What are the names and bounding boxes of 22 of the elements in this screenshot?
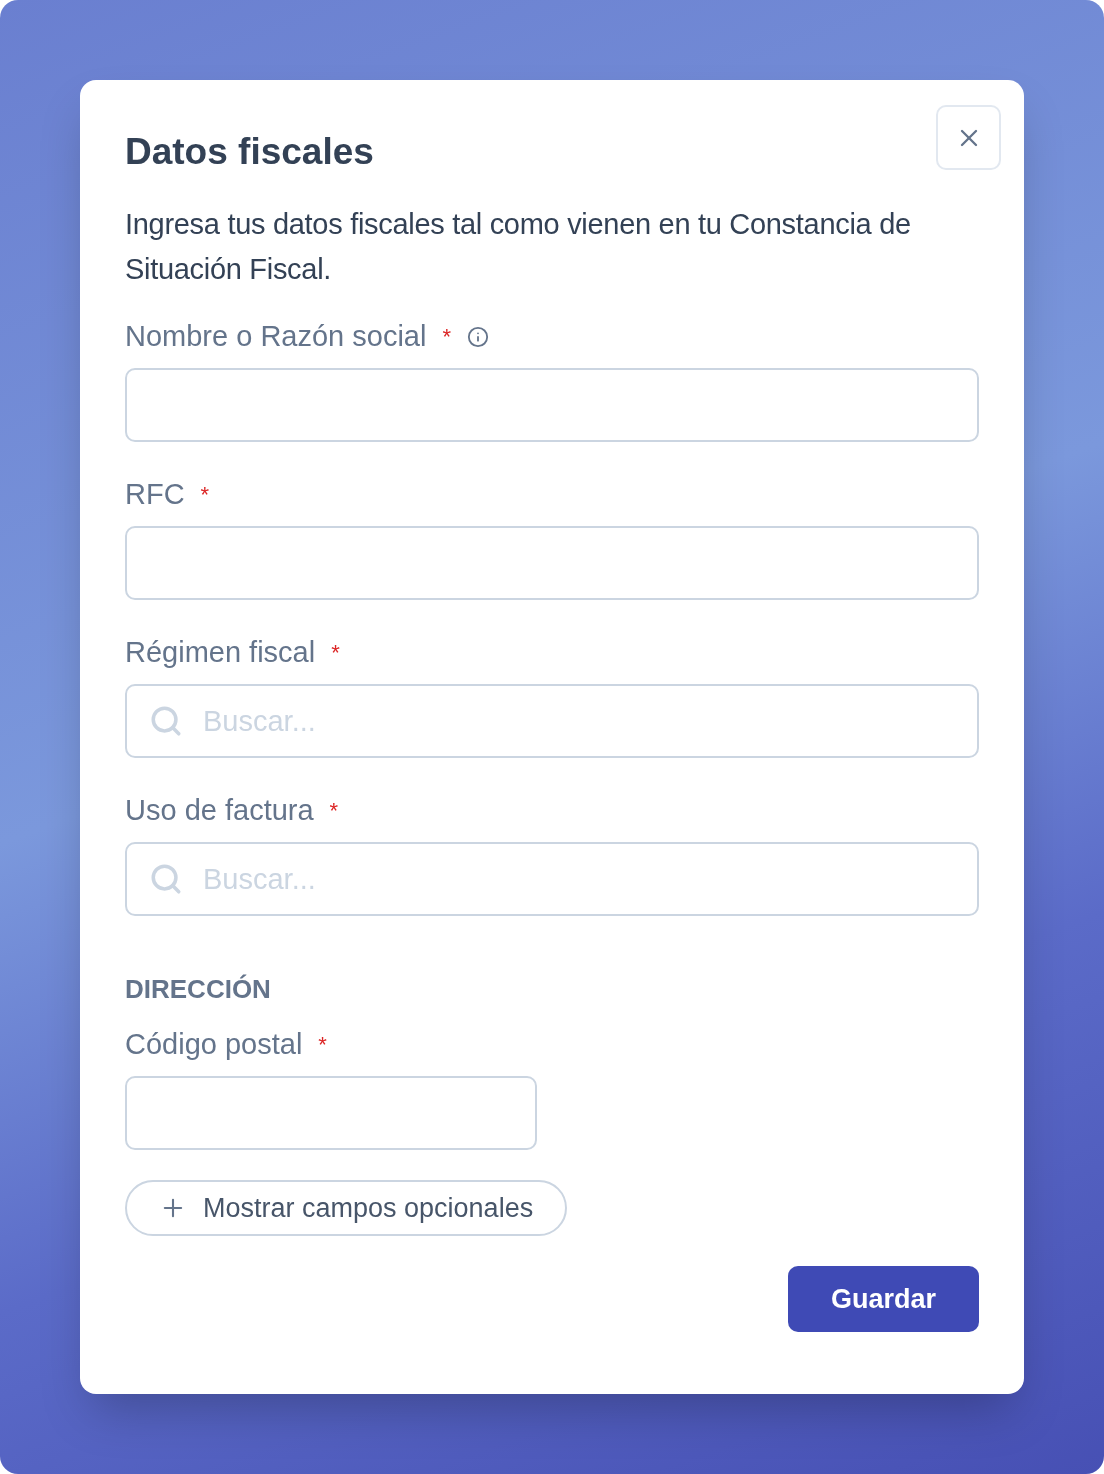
dialog-title: Datos fiscales [125,130,374,174]
show-optional-button[interactable]: Mostrar campos opcionales [125,1180,568,1236]
required-mark: * [200,481,210,509]
dialog-description: Ingresa tus datos fiscales tal como vienen en tu Constancia de Situación Fiscal. [125,207,912,287]
field-label: Régimen fiscal [125,635,316,671]
required-mark: * [318,1031,327,1059]
field-label: Nombre o Razón social [125,319,427,355]
input-field[interactable] [125,1076,537,1150]
input-field[interactable] [125,526,979,600]
search-icon [149,862,183,896]
field-label: Uso de factura [125,793,314,829]
input-field[interactable] [125,368,979,442]
field-label: RFC [125,477,185,513]
required-mark: * [331,639,340,667]
search-icon [149,704,183,738]
required-mark: * [442,323,451,351]
close-button[interactable] [936,105,1001,170]
field-label: Código postal [125,1027,303,1063]
save-button[interactable]: Guardar [788,1266,979,1332]
section-heading: DIRECCIÓN [125,973,272,1006]
info-icon[interactable] [467,326,489,348]
required-mark: * [329,797,339,825]
